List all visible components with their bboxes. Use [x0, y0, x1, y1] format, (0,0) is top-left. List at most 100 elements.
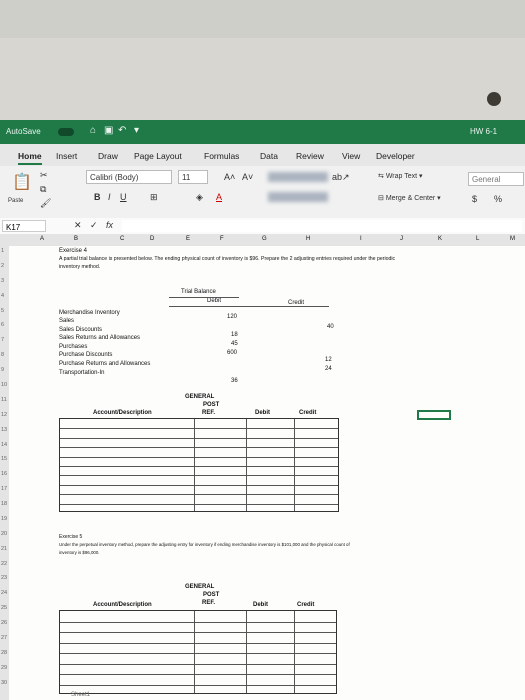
row-header[interactable]: 13: [1, 427, 7, 433]
currency-button[interactable]: $: [472, 194, 477, 204]
percent-button[interactable]: %: [494, 194, 502, 204]
column-header[interactable]: I: [360, 236, 362, 242]
formula-input[interactable]: [122, 220, 522, 232]
format-painter-icon[interactable]: 🖌: [40, 198, 51, 209]
row-header[interactable]: 29: [1, 665, 7, 671]
sheet-tab[interactable]: Sheet1: [71, 692, 90, 698]
tab-developer[interactable]: Developer: [376, 151, 415, 161]
enter-icon[interactable]: ✓: [90, 220, 98, 231]
row-header[interactable]: 16: [1, 471, 7, 477]
selected-cell-k17[interactable]: [417, 410, 451, 420]
tab-view[interactable]: View: [342, 151, 360, 161]
undo-icon[interactable]: ↶: [118, 125, 126, 136]
number-format-select[interactable]: General: [468, 172, 524, 186]
row-header[interactable]: 26: [1, 620, 7, 626]
account-debit: 120: [227, 314, 238, 320]
row-header[interactable]: 7: [1, 337, 4, 343]
indent-buttons[interactable]: [268, 192, 328, 202]
row-header[interactable]: 24: [1, 590, 7, 596]
column-header[interactable]: G: [262, 236, 267, 242]
row-header[interactable]: 25: [1, 605, 7, 611]
exercise5-title: Exercise 5: [59, 534, 83, 540]
exercise4-desc-line1: A partial trial balance is presented bel…: [59, 256, 396, 262]
grid-row-line: [60, 428, 338, 430]
row-header[interactable]: 12: [1, 412, 7, 418]
wrap-text-button[interactable]: ⇆ Wrap Text ▾: [378, 172, 423, 180]
cut-icon[interactable]: ✂: [40, 170, 48, 181]
row-header[interactable]: 20: [1, 531, 7, 537]
paste-button[interactable]: Paste: [8, 198, 23, 204]
worksheet-grid[interactable]: Exercise 4 A partial trial balance is pr…: [9, 246, 525, 700]
tab-insert[interactable]: Insert: [56, 151, 77, 161]
tab-home[interactable]: Home: [18, 151, 42, 165]
row-header[interactable]: 10: [1, 382, 7, 388]
decrease-font-icon[interactable]: A˅: [242, 172, 253, 182]
name-box[interactable]: K17: [2, 220, 46, 232]
account-name: Merchandise Inventory: [59, 310, 120, 316]
row-header[interactable]: 8: [1, 352, 4, 358]
dropdown-icon[interactable]: ▾: [134, 125, 139, 136]
row-header[interactable]: 5: [1, 308, 4, 314]
row-header[interactable]: 11: [1, 397, 7, 403]
column-header[interactable]: M: [510, 236, 515, 242]
row-header[interactable]: 14: [1, 442, 7, 448]
row-header[interactable]: 28: [1, 650, 7, 656]
tab-review[interactable]: Review: [296, 151, 324, 161]
fx-icon[interactable]: fx: [106, 220, 113, 230]
merge-center-button[interactable]: ⊟ Merge & Center ▾: [378, 194, 441, 202]
column-header[interactable]: H: [306, 236, 310, 242]
font-color-icon[interactable]: A: [216, 192, 222, 202]
underline-button[interactable]: U: [120, 192, 127, 202]
row-header[interactable]: 6: [1, 322, 4, 328]
row-header[interactable]: 18: [1, 501, 7, 507]
row-header[interactable]: 19: [1, 516, 7, 522]
row-header[interactable]: 9: [1, 367, 4, 373]
increase-font-icon[interactable]: A˄: [224, 172, 235, 182]
italic-button[interactable]: I: [108, 192, 111, 202]
borders-icon[interactable]: ⊞: [150, 192, 158, 203]
row-header[interactable]: 2: [1, 263, 4, 269]
grid-column-line: [294, 419, 295, 511]
row-header[interactable]: 23: [1, 575, 7, 581]
journal-table-ex4[interactable]: [59, 418, 339, 512]
account-credit: 40: [327, 324, 334, 330]
row-header[interactable]: 30: [1, 680, 7, 686]
tab-draw[interactable]: Draw: [98, 151, 118, 161]
column-header[interactable]: A: [40, 236, 44, 242]
column-header[interactable]: C: [120, 236, 124, 242]
font-name-select[interactable]: Calibri (Body): [86, 170, 172, 184]
column-header[interactable]: J: [400, 236, 403, 242]
row-header[interactable]: 21: [1, 546, 7, 552]
alignment-buttons[interactable]: [268, 172, 328, 182]
journal-post: POST: [203, 402, 220, 408]
cancel-icon[interactable]: ✕: [74, 220, 82, 231]
font-size-select[interactable]: 11: [178, 170, 208, 184]
autosave-toggle[interactable]: [58, 128, 74, 136]
ribbon-tabs: Home Insert Draw Page Layout Formulas Da…: [0, 144, 525, 166]
tab-page-layout[interactable]: Page Layout: [134, 151, 182, 161]
row-header[interactable]: 1: [1, 248, 4, 254]
column-header[interactable]: F: [220, 236, 224, 242]
bold-button[interactable]: B: [94, 192, 101, 202]
home-icon[interactable]: ⌂: [90, 125, 96, 136]
column-header[interactable]: K: [438, 236, 442, 242]
column-header[interactable]: B: [74, 236, 78, 242]
column-header[interactable]: L: [476, 236, 479, 242]
column-header[interactable]: D: [150, 236, 154, 242]
row-header[interactable]: 3: [1, 278, 4, 284]
journal-table-ex5[interactable]: [59, 610, 337, 694]
tab-data[interactable]: Data: [260, 151, 278, 161]
column-header[interactable]: E: [186, 236, 190, 242]
row-header[interactable]: 27: [1, 635, 7, 641]
tab-formulas[interactable]: Formulas: [204, 151, 239, 161]
fill-color-icon[interactable]: ◈: [196, 192, 203, 203]
account-debit: 18: [231, 332, 238, 338]
row-header[interactable]: 22: [1, 561, 7, 567]
orientation-icon[interactable]: ab↗: [332, 172, 350, 183]
row-header[interactable]: 15: [1, 456, 7, 462]
row-header[interactable]: 4: [1, 293, 4, 299]
copy-icon[interactable]: ⧉: [40, 184, 46, 195]
save-icon[interactable]: ▣: [104, 125, 113, 136]
row-header[interactable]: 17: [1, 486, 7, 492]
clipboard-icon[interactable]: 📋: [12, 172, 32, 192]
